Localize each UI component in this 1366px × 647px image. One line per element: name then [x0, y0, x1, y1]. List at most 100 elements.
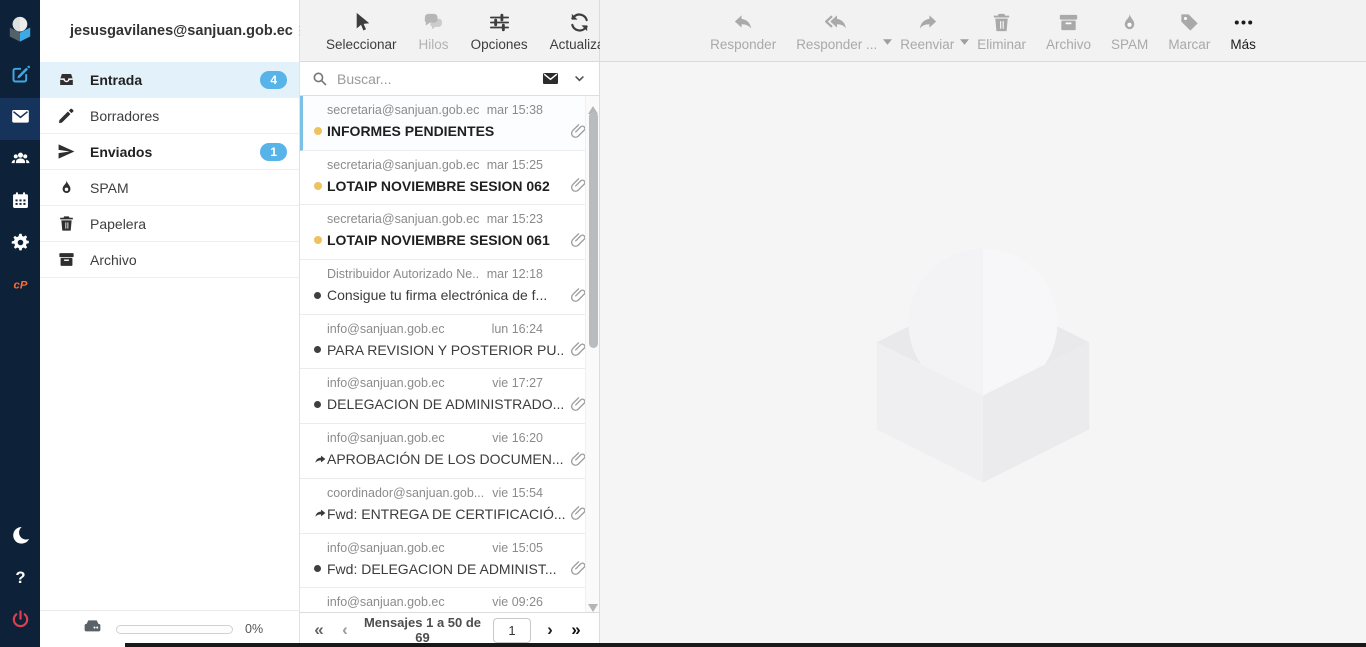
message-row[interactable]: info@sanjuan.gob.ecvie 15:05 Fwd: DELEGAC… [300, 534, 599, 589]
compose-button[interactable] [0, 56, 40, 98]
svg-text:cP: cP [13, 279, 27, 291]
first-page-button[interactable]: « [306, 620, 332, 640]
message-time: mar 12:18 [487, 267, 543, 281]
message-toolbar: ResponderResponder ...ReenviarEliminarAr… [600, 0, 1366, 62]
question-icon: ? [10, 567, 31, 593]
page-number-input[interactable] [493, 618, 531, 643]
calendar-button[interactable] [0, 182, 40, 224]
message-list: secretaria@sanjuan.gob.ecmar 15:38INFORM… [300, 96, 599, 612]
message-sender: Distribuidor Autorizado Ne... [327, 267, 479, 281]
tag-icon [1178, 9, 1201, 35]
message-sender: secretaria@sanjuan.gob.ec [327, 158, 479, 172]
toolbar-button-label: Opciones [471, 37, 528, 52]
logout-button[interactable] [0, 601, 40, 643]
dots-icon [1232, 9, 1255, 35]
inbox-icon [57, 70, 76, 89]
sliders-icon [488, 9, 511, 35]
message-meta-line: coordinador@sanjuan.gob....vie 15:54 [327, 479, 591, 500]
account-header: jesusgavilanes@sanjuan.gob.ec [40, 0, 299, 62]
message-row[interactable]: info@sanjuan.gob.eclun 16:24PARA REVISIO… [300, 315, 599, 370]
forward-icon [916, 9, 939, 35]
message-sender: info@sanjuan.gob.ec [327, 376, 484, 390]
toolbar-button-label: Más [1230, 37, 1256, 52]
scroll-up-icon[interactable] [588, 101, 598, 109]
next-page-button[interactable]: › [537, 620, 563, 640]
message-row[interactable]: secretaria@sanjuan.gob.ecmar 15:38INFORM… [300, 96, 599, 151]
people-icon [10, 148, 31, 174]
folder-label: SPAM [90, 180, 287, 196]
message-time: vie 15:54 [492, 486, 543, 500]
help-button[interactable]: ? [0, 559, 40, 601]
message-row[interactable]: info@sanjuan.gob.ecvie 17:27DELEGACION D… [300, 369, 599, 424]
main-pane: ResponderResponder ...ReenviarEliminarAr… [600, 0, 1366, 647]
folder-list: Entrada4BorradoresEnviados1 SPAM PapeleraA… [40, 62, 299, 610]
trash-icon [57, 214, 76, 233]
message-sender: info@sanjuan.gob.ec [327, 541, 484, 555]
message-meta-line: info@sanjuan.gob.eclun 16:24 [327, 315, 591, 336]
message-row[interactable]: secretaria@sanjuan.gob.ecmar 15:23LOTAIP… [300, 205, 599, 260]
hard-drive-icon [82, 616, 103, 642]
search-input[interactable] [337, 71, 541, 87]
cursor-icon [350, 9, 373, 35]
marcar-button: Marcar [1168, 9, 1210, 61]
seleccionar-button[interactable]: Seleccionar [326, 9, 397, 61]
gear-icon [10, 232, 31, 258]
message-sender: secretaria@sanjuan.gob.ec [327, 212, 479, 226]
dark-mode-button[interactable] [0, 517, 40, 559]
app-watermark-logo-icon [867, 221, 1099, 488]
webmail-app: cP ? jesusgavilanes@sanjuan.gob.ec Entra… [0, 0, 1366, 647]
settings-button[interactable] [0, 224, 40, 266]
message-row[interactable]: secretaria@sanjuan.gob.ecmar 15:25LOTAIP… [300, 151, 599, 206]
sidebar-item-borradores[interactable]: Borradores [40, 98, 299, 134]
message-row[interactable]: info@sanjuan.gob.ecvie 16:20APROBACIÓN D… [300, 424, 599, 479]
caret-down-icon [960, 9, 969, 61]
flame-icon [1118, 9, 1141, 35]
message-subject-line: DELEGACION DE ADMINISTRADO... [314, 390, 591, 418]
bottom-edge-bar [125, 643, 1366, 647]
sidebar-item-entrada[interactable]: Entrada4 [40, 62, 299, 98]
sidebar-item-papelera[interactable]: Papelera [40, 206, 299, 242]
dot-dark-marker-icon [314, 401, 327, 408]
responder-button: Responder [710, 9, 776, 61]
sidebar-item-enviados[interactable]: Enviados1 [40, 134, 299, 170]
compose-icon [10, 64, 31, 90]
message-time: mar 15:23 [487, 212, 543, 226]
sidebar-item-archivo[interactable]: Archivo [40, 242, 299, 278]
scrollbar-thumb[interactable] [589, 112, 598, 348]
message-meta-line: info@sanjuan.gob.ecvie 15:05 [327, 534, 591, 555]
arrow-marker-icon [314, 507, 327, 520]
folder-label: Enviados [90, 144, 260, 160]
contacts-button[interactable] [0, 140, 40, 182]
toolbar-button-label: Marcar [1168, 37, 1210, 52]
sidebar-item-spam[interactable]: SPAM [40, 170, 299, 206]
spam-button: SPAM [1111, 9, 1148, 61]
pencil-icon [57, 106, 76, 125]
más-button[interactable]: Más [1230, 9, 1256, 61]
icon-rail: cP ? [0, 0, 40, 647]
message-row[interactable]: info@sanjuan.gob.ecvie 09:26 [300, 588, 599, 612]
message-row[interactable]: coordinador@sanjuan.gob....vie 15:54Fwd:… [300, 479, 599, 534]
archive-icon [57, 250, 76, 269]
chevron-down-icon[interactable] [572, 71, 587, 86]
toolbar-button-label: Seleccionar [326, 37, 397, 52]
message-subject-line [314, 609, 591, 612]
search-icon [311, 70, 328, 87]
opciones-button[interactable]: Opciones [471, 9, 528, 61]
prev-page-button[interactable]: ‹ [332, 620, 358, 640]
cpanel-button[interactable]: cP [0, 266, 40, 308]
message-meta-line: info@sanjuan.gob.ecvie 16:20 [327, 424, 591, 445]
mail-button[interactable] [0, 98, 40, 140]
list-scrollbar[interactable] [585, 96, 599, 612]
message-subject: Fwd: DELEGACION DE ADMINIST... [327, 561, 565, 577]
source-envelope-icon[interactable] [541, 69, 560, 88]
archivo-button: Archivo [1046, 9, 1091, 61]
toolbar-button-label: Archivo [1046, 37, 1091, 52]
dot-dark-marker-icon [314, 346, 327, 353]
threads-icon [422, 9, 445, 35]
last-page-button[interactable]: » [563, 620, 589, 640]
message-subject-line: Consigue tu firma electrónica de f... [314, 281, 591, 309]
scroll-down-icon[interactable] [588, 599, 598, 607]
message-row[interactable]: Distribuidor Autorizado Ne... mar 12:18Co… [300, 260, 599, 315]
caret-down-icon [883, 9, 892, 61]
message-time: vie 16:20 [492, 431, 543, 445]
